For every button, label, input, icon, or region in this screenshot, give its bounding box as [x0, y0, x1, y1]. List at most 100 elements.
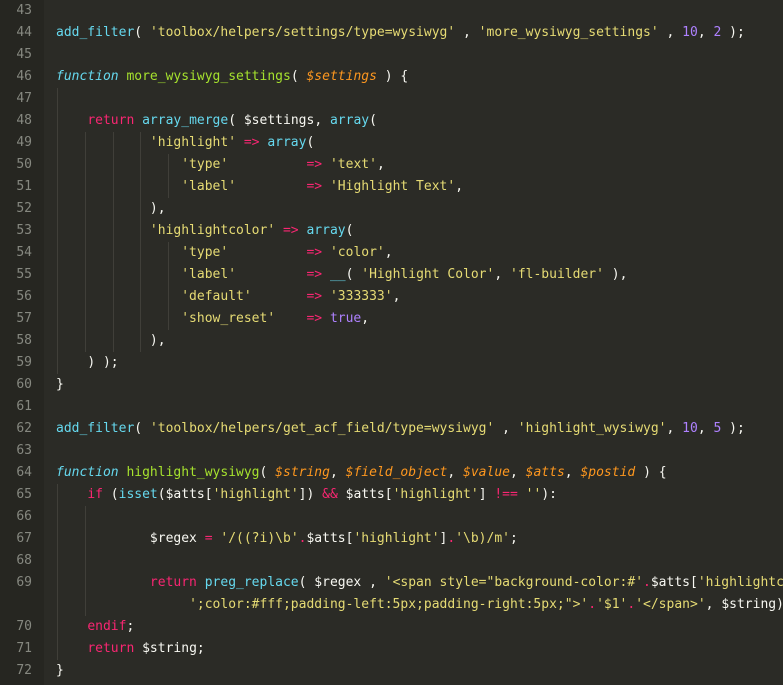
code-text[interactable]: return array_merge( $settings, array( [56, 110, 377, 132]
code-line[interactable]: 43 [0, 0, 783, 22]
code-line[interactable]: 60} [0, 374, 783, 396]
code-line[interactable]: 65 if (isset($atts['highlight']) && $att… [0, 484, 783, 506]
code-lines-container[interactable]: 43 44 add_filter( 'toolbox/helpers/setting… [0, 0, 783, 682]
code-line[interactable]: 52 ), [0, 198, 783, 220]
code-token: 'highlight' [392, 487, 479, 502]
code-text[interactable]: endif; [56, 616, 134, 638]
code-line[interactable]: 47 [0, 88, 783, 110]
code-line[interactable]: 55 'label' => __( 'Highlight Color', 'fl… [0, 264, 783, 286]
code-token: $string [142, 641, 197, 656]
line-number: 65 [16, 487, 32, 502]
code-token: ( [157, 487, 166, 502]
code-text[interactable]: 'show_reset' => true, [56, 308, 369, 330]
indent-guide [57, 506, 58, 528]
code-text[interactable]: 'highlightcolor' => array( [56, 220, 354, 242]
code-text[interactable]: 'label' => 'Highlight Text', [56, 176, 463, 198]
code-token: function [56, 465, 119, 480]
code-line[interactable]: 59 ) ); [0, 352, 783, 374]
code-line[interactable]: 56 'default' => '333333', [0, 286, 783, 308]
code-text[interactable]: add_filter( 'toolbox/helpers/get_acf_fie… [56, 418, 745, 440]
line-number: 64 [16, 465, 32, 480]
code-token: 'Highlight Text' [329, 179, 456, 194]
code-line[interactable]: 68 [0, 550, 783, 572]
code-text[interactable]: function more_wysiwyg_settings( $setting… [56, 66, 408, 88]
code-token: return [87, 641, 135, 656]
code-token: ( [290, 69, 307, 84]
code-text[interactable]: add_filter( 'toolbox/helpers/settings/ty… [56, 22, 745, 44]
code-text[interactable]: ), [56, 330, 166, 352]
line-number: 59 [16, 355, 32, 370]
code-token: [ [690, 575, 698, 590]
code-token: array [267, 135, 307, 150]
code-line[interactable]: 63 [0, 440, 783, 462]
code-line[interactable]: 44 add_filter( 'toolbox/helpers/settings/… [0, 22, 783, 44]
code-text[interactable]: 'label' => __( 'Highlight Color', 'fl-bu… [56, 264, 627, 286]
code-line[interactable]: 53 'highlightcolor' => array( [0, 220, 783, 242]
code-token: , [361, 311, 370, 326]
code-text[interactable]: ) ); [56, 352, 118, 374]
line-number: 47 [16, 91, 32, 106]
code-token: ; [196, 641, 205, 656]
code-token: ] [478, 487, 495, 502]
line-number: 61 [16, 399, 32, 414]
code-line[interactable]: 45 [0, 44, 783, 66]
code-token: $string [275, 465, 330, 480]
code-line[interactable]: 51 'label' => 'Highlight Text', [0, 176, 783, 198]
code-token: , [376, 157, 385, 172]
code-text[interactable]: if (isset($atts['highlight']) && $atts['… [56, 484, 557, 506]
code-text[interactable]: $regex = '/((?i)\b'.$atts['highlight'].'… [56, 528, 518, 550]
code-line[interactable]: 70 endif; [0, 616, 783, 638]
line-number: 68 [16, 553, 32, 568]
code-text[interactable]: function highlight_wysiwyg( $string, $fi… [56, 462, 667, 484]
code-text[interactable]: ';color:#fff;padding-left:5px;padding-ri… [56, 594, 783, 616]
code-token: 10 [682, 25, 698, 40]
code-line[interactable]: 61 [0, 396, 783, 418]
code-text[interactable]: } [56, 374, 64, 396]
code-line[interactable]: 49 'highlight' => array( [0, 132, 783, 154]
code-line[interactable]: 71 return $string; [0, 638, 783, 660]
line-number: 50 [16, 157, 32, 172]
code-line[interactable]: 57 'show_reset' => true, [0, 308, 783, 330]
code-token: ), [149, 201, 166, 216]
code-line[interactable]: 50 'type' => 'text', [0, 154, 783, 176]
code-line[interactable]: 54 'type' => 'color', [0, 242, 783, 264]
code-line[interactable]: 58 ), [0, 330, 783, 352]
code-token: $field_object [345, 465, 448, 480]
line-number: 62 [16, 421, 32, 436]
code-line[interactable]: 64 function highlight_wysiwyg( $string, $… [0, 462, 783, 484]
code-token: , [697, 421, 714, 436]
code-line[interactable]: 48 return array_merge( $settings, array( [0, 110, 783, 132]
code-token: ( [298, 575, 315, 590]
code-line[interactable]: 69 return preg_replace( $regex , '<span … [0, 572, 783, 594]
code-text[interactable]: 'type' => 'color', [56, 242, 392, 264]
code-text[interactable]: } [56, 660, 64, 682]
code-text[interactable]: return preg_replace( $regex , '<span sty… [56, 572, 783, 594]
code-token: => [306, 245, 323, 260]
code-token: return [87, 113, 135, 128]
code-editor[interactable]: 43 44 add_filter( 'toolbox/helpers/setting… [0, 0, 783, 685]
code-text[interactable]: 'default' => '333333', [56, 286, 400, 308]
code-line[interactable]: 62 add_filter( 'toolbox/helpers/get_acf_f… [0, 418, 783, 440]
code-text[interactable]: ), [56, 198, 166, 220]
code-line[interactable]: 66 [0, 506, 783, 528]
indent-guide [57, 88, 58, 110]
code-text[interactable]: 'type' => 'text', [56, 154, 385, 176]
code-token: } [56, 377, 64, 392]
code-token: => [306, 157, 323, 172]
code-token: array_merge [142, 113, 229, 128]
code-line[interactable]: 67 $regex = '/((?i)\b'.$atts['highlight'… [0, 528, 783, 550]
code-line[interactable]: 72} [0, 660, 783, 682]
code-line[interactable]: 46 function more_wysiwyg_settings( $setti… [0, 66, 783, 88]
code-text[interactable]: 'highlight' => array( [56, 132, 314, 154]
code-line[interactable]: ';color:#fff;padding-left:5px;padding-ri… [0, 594, 783, 616]
code-token: ( [102, 487, 119, 502]
code-token: , [705, 597, 722, 612]
code-text[interactable]: return $string; [56, 638, 205, 660]
